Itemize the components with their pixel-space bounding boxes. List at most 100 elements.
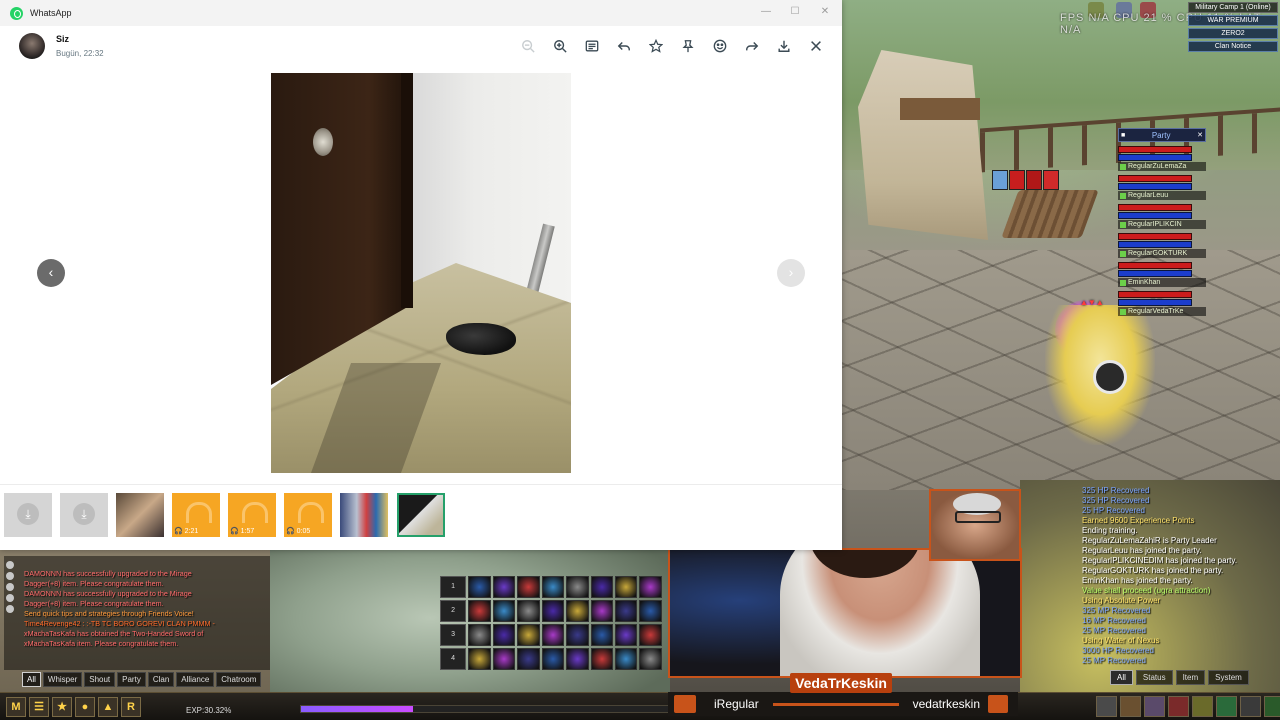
skill-slot[interactable] xyxy=(492,624,516,646)
thumbnail-photo-selected[interactable] xyxy=(397,493,445,537)
party-member[interactable]: RegularGOKTURK xyxy=(1118,233,1206,258)
skill-slot[interactable] xyxy=(541,624,565,646)
chat-tab-all[interactable]: All xyxy=(22,672,41,687)
skill-slot[interactable] xyxy=(566,600,589,622)
emoji-icon[interactable] xyxy=(711,37,729,55)
thumbnail-audio[interactable]: 🎧 2:21 xyxy=(172,493,220,537)
system-tab-item[interactable]: Item xyxy=(1175,670,1206,685)
thumbnail-download[interactable]: ⤓ xyxy=(4,493,52,537)
avatar[interactable] xyxy=(19,33,45,59)
quick-slot[interactable] xyxy=(1120,696,1141,717)
thumbnail-audio[interactable]: 🎧 0:05 xyxy=(284,493,332,537)
skill-slot[interactable] xyxy=(517,600,540,622)
party-member[interactable]: EminKhan xyxy=(1118,262,1206,287)
skill-slot[interactable] xyxy=(615,648,638,670)
skill-row-number[interactable]: 1 xyxy=(440,576,467,598)
party-close-icon[interactable]: ✕ xyxy=(1197,131,1203,139)
chat-filter-icon[interactable] xyxy=(6,605,14,613)
chat-filter-icon[interactable] xyxy=(6,583,14,591)
party-member[interactable]: RegularIPLIKCIN xyxy=(1118,204,1206,229)
quick-slot[interactable] xyxy=(1264,696,1280,717)
zoom-out-icon[interactable] xyxy=(519,37,537,55)
clan-notice-button[interactable]: Clan Notice xyxy=(1188,41,1278,52)
skill-slot[interactable] xyxy=(468,600,491,622)
thumbnail-download[interactable]: ⤓ xyxy=(60,493,108,537)
thumbnail-audio[interactable]: 🎧 1:57 xyxy=(228,493,276,537)
menu-icon[interactable]: R xyxy=(121,697,141,717)
maximize-button[interactable]: ☐ xyxy=(781,4,809,20)
skill-slot[interactable] xyxy=(492,648,516,670)
chat-tab-shout[interactable]: Shout xyxy=(84,672,116,687)
quick-slot[interactable] xyxy=(1144,696,1165,717)
download-icon[interactable] xyxy=(775,37,793,55)
skill-row-number[interactable]: 4 xyxy=(440,648,467,670)
skill-row-number[interactable]: 3 xyxy=(440,624,467,646)
chat-filter-icon[interactable] xyxy=(6,594,14,602)
skill-slot[interactable] xyxy=(590,648,614,670)
skill-slot[interactable] xyxy=(541,648,565,670)
chat-tab-chatroom[interactable]: Chatroom xyxy=(216,672,262,687)
chat-filter-icon[interactable] xyxy=(6,561,14,569)
skill-slot[interactable] xyxy=(615,600,638,622)
system-tab-system[interactable]: System xyxy=(1208,670,1249,685)
pin-icon[interactable] xyxy=(679,37,697,55)
party-member[interactable]: RegularZuLemaZa xyxy=(1118,146,1206,171)
quick-slot[interactable] xyxy=(1240,696,1261,717)
close-icon[interactable] xyxy=(807,37,825,55)
skill-slot[interactable] xyxy=(639,624,662,646)
zoom-in-icon[interactable] xyxy=(551,37,569,55)
skill-slot[interactable] xyxy=(615,624,638,646)
skill-slot[interactable] xyxy=(468,648,491,670)
details-icon[interactable] xyxy=(583,37,601,55)
zero-button[interactable]: ZERO2 xyxy=(1188,28,1278,39)
quick-slot[interactable] xyxy=(1096,696,1117,717)
star-icon[interactable] xyxy=(647,37,665,55)
quick-slot[interactable] xyxy=(1216,696,1237,717)
chat-filter-icon[interactable] xyxy=(6,572,14,580)
skill-slot[interactable] xyxy=(541,600,565,622)
thumbnail-photo[interactable] xyxy=(116,493,164,537)
system-tab-status[interactable]: Status xyxy=(1135,670,1173,685)
skill-slot[interactable] xyxy=(566,624,589,646)
skill-slot[interactable] xyxy=(541,576,565,598)
skill-slot[interactable] xyxy=(468,624,491,646)
thumbnail-photo[interactable] xyxy=(340,493,388,537)
skill-slot[interactable] xyxy=(639,648,662,670)
skill-row-number[interactable]: 2 xyxy=(440,600,467,622)
skill-slot[interactable] xyxy=(566,576,589,598)
skill-slot[interactable] xyxy=(639,576,662,598)
next-media-button[interactable]: › xyxy=(777,259,805,287)
window-close-button[interactable]: ✕ xyxy=(811,4,839,20)
skill-slot[interactable] xyxy=(517,648,540,670)
skill-slot[interactable] xyxy=(590,576,614,598)
chat-tab-whisper[interactable]: Whisper xyxy=(42,672,83,687)
media-image[interactable] xyxy=(271,73,571,473)
menu-icon[interactable]: ● xyxy=(75,697,95,717)
chat-tab-party[interactable]: Party xyxy=(117,672,146,687)
chat-tab-alliance[interactable]: Alliance xyxy=(176,672,215,687)
skill-slot[interactable] xyxy=(615,576,638,598)
chat-tab-clan[interactable]: Clan xyxy=(147,672,175,687)
skill-slot[interactable] xyxy=(566,648,589,670)
minimize-button[interactable]: — xyxy=(752,4,780,20)
skill-slot[interactable] xyxy=(517,624,540,646)
system-tab-all[interactable]: All xyxy=(1110,670,1133,685)
skill-slot[interactable] xyxy=(468,576,491,598)
skill-slot[interactable] xyxy=(492,576,516,598)
skill-slot[interactable] xyxy=(590,600,614,622)
party-member[interactable]: RegularVedaTrKe xyxy=(1118,291,1206,316)
skill-slot[interactable] xyxy=(590,624,614,646)
skill-slot[interactable] xyxy=(492,600,516,622)
menu-icon[interactable]: M xyxy=(6,697,26,717)
skill-slot[interactable] xyxy=(517,576,540,598)
menu-icon[interactable]: ☰ xyxy=(29,697,49,717)
quick-slot[interactable] xyxy=(1192,696,1213,717)
reply-icon[interactable] xyxy=(615,37,633,55)
previous-media-button[interactable]: ‹ xyxy=(37,259,65,287)
forward-icon[interactable] xyxy=(743,37,761,55)
skill-slot[interactable] xyxy=(639,600,662,622)
menu-icon[interactable]: ▲ xyxy=(98,697,118,717)
party-member[interactable]: RegularLeuu xyxy=(1118,175,1206,200)
menu-icon[interactable]: ★ xyxy=(52,697,72,717)
quick-slot[interactable] xyxy=(1168,696,1189,717)
